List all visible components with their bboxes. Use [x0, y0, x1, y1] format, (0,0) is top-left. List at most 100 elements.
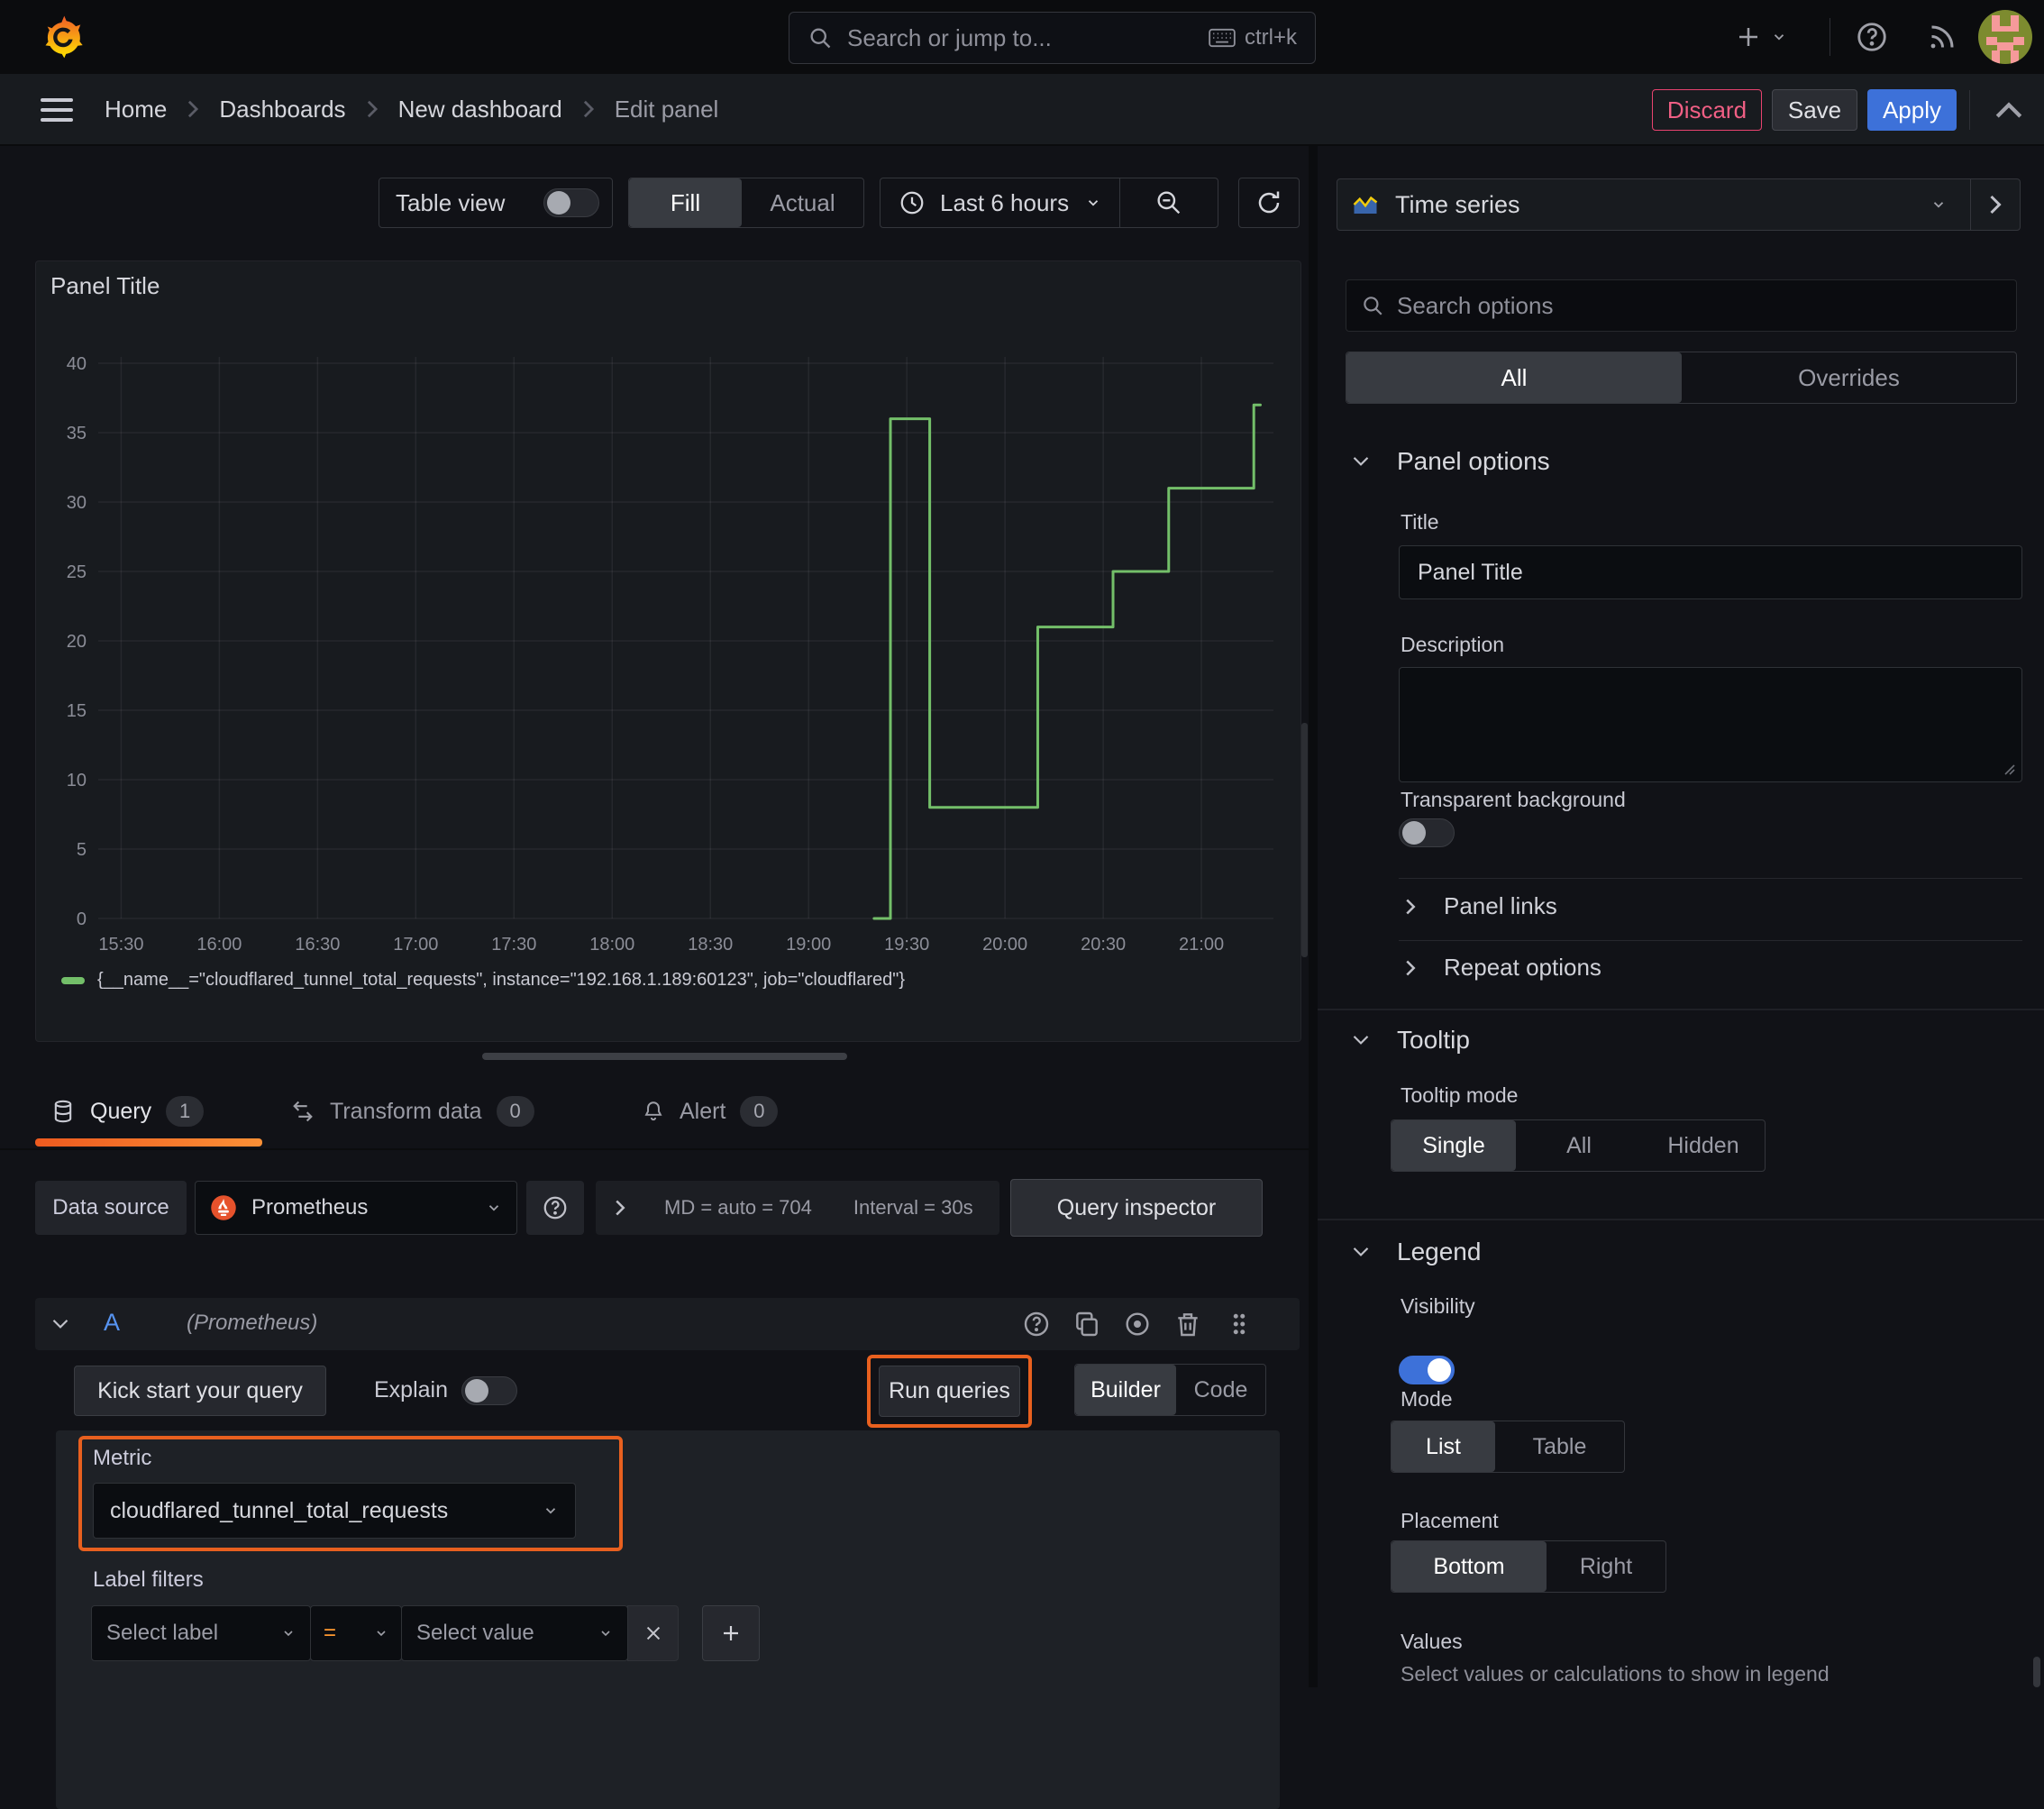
left-pane-scrollbar[interactable]	[1301, 723, 1308, 957]
active-tab-underline	[35, 1138, 262, 1147]
pane-seam	[1309, 146, 1318, 1687]
breadcrumb-edit-panel: Edit panel	[614, 95, 719, 123]
chevron-right-icon	[367, 100, 378, 118]
chart-legend[interactable]: {__name__="cloudflared_tunnel_total_requ…	[61, 970, 905, 991]
hide-response-eye-icon[interactable]	[1123, 1310, 1152, 1338]
tab-transform[interactable]: Transform data 0	[290, 1096, 534, 1127]
query-options-collapse[interactable]: MD = auto = 704 Interval = 30s	[596, 1181, 999, 1235]
chevron-right-icon	[1406, 960, 1416, 975]
svg-text:5: 5	[77, 840, 87, 860]
select-label-dropdown[interactable]: Select label	[91, 1605, 311, 1661]
title-label: Title	[1401, 510, 1439, 534]
svg-text:15:30: 15:30	[98, 935, 143, 955]
search-input[interactable]: Search or jump to... ctrl+k	[789, 12, 1316, 64]
tooltip-single-option[interactable]: Single	[1392, 1120, 1516, 1171]
user-avatar[interactable]	[1978, 10, 2032, 64]
add-button[interactable]	[1735, 18, 1787, 56]
panel-links-section[interactable]: Panel links	[1404, 892, 1557, 920]
collapse-chevron-up-icon[interactable]	[1994, 99, 2024, 121]
pane-resize-handle[interactable]	[482, 1053, 847, 1060]
query-help-icon[interactable]	[1022, 1310, 1051, 1338]
breadcrumb-new-dashboard[interactable]: New dashboard	[398, 96, 562, 123]
timeseries-chart[interactable]: 0 5 10 15 20 25 30 35 40 15:30 16:00 16:30 17:00 17:3…	[36, 261, 1300, 1041]
tab-alert[interactable]: Alert 0	[642, 1096, 779, 1127]
drag-handle-icon[interactable]	[1226, 1310, 1253, 1338]
search-options-placeholder: Search options	[1397, 291, 1554, 319]
news-rss-icon[interactable]	[1925, 22, 1957, 54]
svg-text:16:30: 16:30	[295, 935, 340, 955]
builder-option[interactable]: Builder	[1075, 1365, 1176, 1415]
chevron-down-icon	[377, 1631, 386, 1637]
keyboard-icon	[1209, 28, 1236, 48]
metric-label: Metric	[93, 1446, 152, 1470]
max-data-points: MD = auto = 704	[664, 1196, 812, 1219]
actual-option[interactable]: Actual	[742, 189, 863, 217]
description-textarea[interactable]	[1399, 667, 2022, 782]
repeat-options-section[interactable]: Repeat options	[1404, 954, 1601, 982]
panel-options-header[interactable]: Panel options	[1352, 447, 1550, 476]
add-filter-button[interactable]	[702, 1605, 760, 1661]
tooltip-hidden-option[interactable]: Hidden	[1642, 1133, 1765, 1159]
collapse-chevron-down-icon[interactable]	[51, 1317, 69, 1331]
legend-header[interactable]: Legend	[1352, 1238, 1481, 1266]
chevron-down-icon	[1088, 200, 1099, 206]
sidebar-scrollbar[interactable]	[2033, 1657, 2040, 1687]
close-icon	[646, 1626, 660, 1640]
tooltip-mode-label: Tooltip mode	[1401, 1083, 1519, 1107]
refresh-button[interactable]	[1238, 178, 1300, 228]
query-inspector-button[interactable]: Query inspector	[1010, 1179, 1263, 1237]
datasource-picker[interactable]: Prometheus	[195, 1181, 517, 1235]
metric-select[interactable]: cloudflared_tunnel_total_requests	[93, 1483, 576, 1539]
nav-divider	[1969, 90, 1970, 130]
options-sidebar: Time series Search options All Overrides…	[1318, 146, 2044, 1687]
search-options-input[interactable]: Search options	[1346, 279, 2017, 332]
run-queries-button[interactable]: Run queries	[879, 1366, 1020, 1417]
tab-query-label: Query	[90, 1098, 152, 1124]
panel-title-input[interactable]: Panel Title	[1399, 545, 2022, 599]
query-refid[interactable]: A	[104, 1309, 120, 1337]
select-value-dropdown[interactable]: Select value	[401, 1605, 628, 1661]
datasource-help-button[interactable]	[526, 1181, 584, 1235]
time-range-label: Last 6 hours	[940, 188, 1070, 216]
explain-toggle[interactable]	[461, 1376, 517, 1405]
tooltip-all-option[interactable]: All	[1516, 1120, 1642, 1171]
database-icon	[54, 1100, 72, 1123]
operator-dropdown[interactable]: =	[310, 1605, 402, 1661]
divider	[1399, 940, 2022, 941]
help-icon[interactable]	[1855, 20, 1889, 54]
remove-filter-button[interactable]	[627, 1605, 679, 1661]
discard-button[interactable]: Discard	[1652, 89, 1762, 131]
table-view-toggle[interactable]	[543, 188, 599, 217]
save-button[interactable]: Save	[1772, 89, 1857, 131]
legend-heading: Legend	[1397, 1238, 1482, 1265]
collapse-options-button[interactable]	[1971, 194, 2020, 215]
placement-bottom-option[interactable]: Bottom	[1392, 1541, 1547, 1592]
filter-tab-all[interactable]: All	[1346, 352, 1682, 403]
chevron-down-icon	[284, 1631, 293, 1637]
duplicate-query-icon[interactable]	[1072, 1310, 1101, 1338]
code-option[interactable]: Code	[1176, 1377, 1265, 1403]
search-placeholder: Search or jump to...	[847, 23, 1052, 51]
legend-visibility-toggle[interactable]	[1399, 1356, 1455, 1384]
tab-query[interactable]: Query 1	[50, 1096, 205, 1127]
tooltip-heading: Tooltip	[1397, 1026, 1470, 1054]
breadcrumb-home[interactable]: Home	[105, 96, 167, 123]
apply-button[interactable]: Apply	[1867, 89, 1957, 131]
delete-query-trash-icon[interactable]	[1173, 1310, 1202, 1338]
transparent-bg-toggle[interactable]	[1399, 818, 1455, 847]
breadcrumb-dashboards[interactable]: Dashboards	[219, 96, 345, 123]
zoom-out-button[interactable]	[1120, 188, 1218, 217]
fill-option[interactable]: Fill	[629, 178, 742, 227]
legend-table-option[interactable]: Table	[1495, 1434, 1624, 1460]
kickstart-button[interactable]: Kick start your query	[74, 1366, 326, 1416]
menu-hamburger-icon[interactable]	[41, 98, 73, 122]
filter-tab-overrides[interactable]: Overrides	[1682, 364, 2016, 392]
visualization-picker[interactable]: Time series	[1337, 178, 2021, 231]
description-label: Description	[1401, 633, 1505, 656]
main-content: Table view Fill Actual Last 6 hours Pane…	[0, 146, 2044, 1809]
legend-list-option[interactable]: List	[1392, 1421, 1495, 1472]
time-range-picker[interactable]: Last 6 hours	[880, 178, 1218, 228]
tooltip-header[interactable]: Tooltip	[1352, 1026, 1470, 1055]
placement-right-option[interactable]: Right	[1547, 1554, 1665, 1580]
grafana-logo[interactable]	[40, 14, 87, 60]
